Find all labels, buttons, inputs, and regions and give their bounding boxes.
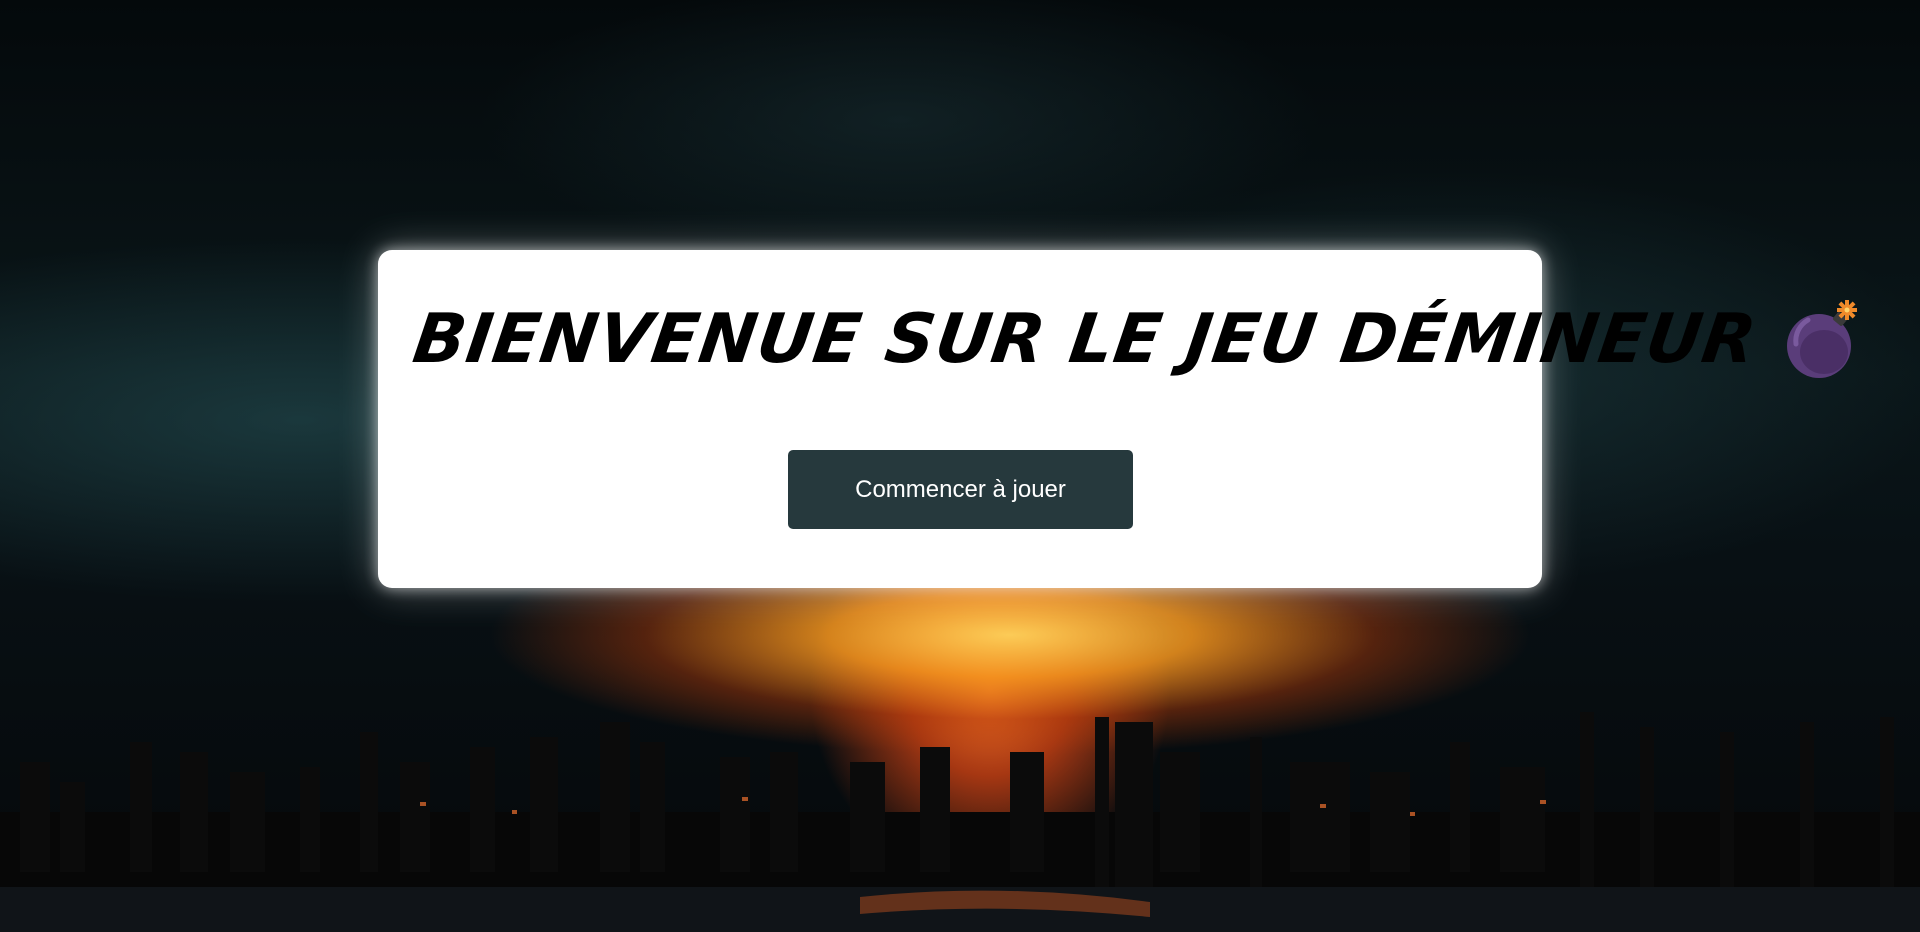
bomb-icon xyxy=(1786,300,1860,380)
welcome-card: Bienvenue sur le jeu Démineur xyxy=(378,250,1857,588)
background-scene: Bienvenue sur le jeu Démineur xyxy=(0,0,1920,932)
start-game-button[interactable]: Commencer à jouer xyxy=(788,450,1133,529)
page-title: Bienvenue sur le jeu Démineur xyxy=(408,300,1762,379)
city-skyline-image xyxy=(0,712,1920,932)
title-row: Bienvenue sur le jeu Démineur xyxy=(409,300,1860,380)
